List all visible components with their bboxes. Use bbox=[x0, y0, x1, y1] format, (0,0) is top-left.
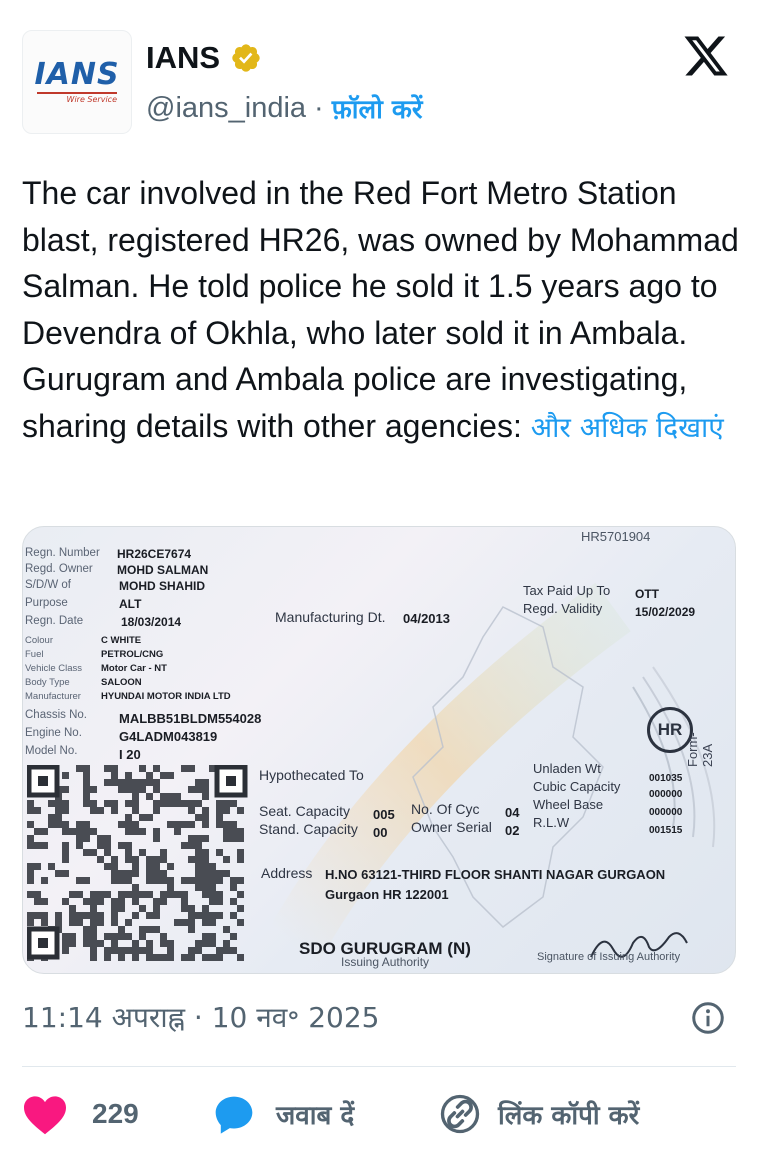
rc-signature-label: Signature of Issuing Authority bbox=[537, 951, 681, 963]
rc-field-value: HYUNDAI MOTOR INDIA LTD bbox=[101, 691, 231, 702]
display-name-row: IANS bbox=[146, 40, 262, 76]
reply-icon bbox=[215, 1096, 253, 1134]
rc-form-label: Form-23A bbox=[685, 732, 715, 767]
rc-cubic-value: 000000 bbox=[649, 789, 683, 800]
timestamp-separator: · bbox=[193, 1001, 203, 1034]
timestamp[interactable]: 11:14 अपराह्न · 10 नव॰ 2025 bbox=[22, 998, 379, 1036]
rc-validity-label: Regd. Validity bbox=[523, 601, 603, 616]
rc-unladen-value: 001035 bbox=[649, 773, 683, 784]
rc-field-label: Model No. bbox=[25, 745, 78, 757]
reply-label: जवाब दें bbox=[276, 1101, 355, 1131]
rc-field-label: Chassis No. bbox=[25, 709, 87, 721]
rc-field-value: MOHD SALMAN bbox=[117, 563, 209, 577]
reply-button[interactable]: जवाब दें bbox=[212, 1086, 354, 1142]
avatar-logo-subtitle: Wire Service bbox=[37, 92, 117, 104]
rc-cubic-label: Cubic Capacity bbox=[533, 779, 621, 794]
tweet-body: The car involved in the Red Fort Metro S… bbox=[22, 175, 739, 444]
rc-field-value: G4LADM043819 bbox=[119, 729, 218, 744]
x-logo-icon[interactable] bbox=[680, 32, 732, 80]
rc-rlw-value: 001515 bbox=[649, 825, 683, 836]
rc-field-value: SALOON bbox=[101, 677, 142, 688]
rc-field-value: PETROL/CNG bbox=[101, 649, 164, 660]
rc-hypothecated-label: Hypothecated To bbox=[259, 767, 364, 783]
like-count: 229 bbox=[92, 1098, 139, 1129]
rc-cyc-value: 04 bbox=[505, 805, 520, 820]
rc-stand-label: Stand. Capacity bbox=[259, 821, 358, 837]
rc-field-value: HR26CE7674 bbox=[117, 547, 192, 561]
post-date: 10 नव॰ 2025 bbox=[211, 1001, 380, 1034]
rc-field-label: Manufacturer bbox=[25, 691, 81, 702]
follow-button[interactable]: फ़ॉलो करें bbox=[332, 90, 423, 126]
action-bar: 229 जवाब दें लिंक कॉपी करें bbox=[22, 1086, 736, 1142]
rc-field-label: Engine No. bbox=[25, 727, 82, 739]
avatar-logo-text: IANS bbox=[34, 57, 120, 92]
rc-field-value: MALBB51BLDM554028 bbox=[119, 711, 262, 726]
rc-field-value: C WHITE bbox=[101, 635, 142, 646]
rc-tax-value: OTT bbox=[635, 587, 659, 601]
account-handle[interactable]: @ians_india bbox=[146, 92, 306, 125]
avatar[interactable]: IANS Wire Service bbox=[22, 30, 132, 134]
link-icon bbox=[440, 1094, 480, 1134]
rc-field-label: Fuel bbox=[25, 649, 44, 660]
qr-code-icon bbox=[27, 765, 248, 961]
rc-field-label: Vehicle Class bbox=[25, 663, 83, 674]
handle-row: @ians_india · फ़ॉलो करें bbox=[146, 90, 423, 126]
rc-top-code: HR5701904 bbox=[581, 529, 651, 544]
copy-link-button[interactable]: लिंक कॉपी करें bbox=[440, 1086, 639, 1142]
rc-unladen-label: Unladen Wt bbox=[533, 761, 601, 776]
rc-address-line2: Gurgaon HR 122001 bbox=[325, 887, 449, 902]
rc-mfg-value: 04/2013 bbox=[403, 611, 450, 626]
tweet-text: The car involved in the Red Fort Metro S… bbox=[22, 170, 747, 451]
like-button[interactable]: 229 bbox=[22, 1086, 139, 1142]
rc-authority-sub: Issuing Authority bbox=[341, 955, 430, 969]
heart-icon bbox=[24, 1096, 66, 1135]
show-more-link[interactable]: और अधिक दिखाएं bbox=[531, 411, 724, 444]
rc-seat-value: 005 bbox=[373, 807, 395, 822]
verified-badge-icon bbox=[232, 44, 260, 72]
rc-field-label: Regd. Owner bbox=[25, 563, 93, 575]
rc-owner-serial-label: Owner Serial bbox=[411, 819, 492, 835]
rc-address-line1: H.NO 63121-THIRD FLOOR SHANTI NAGAR GURG… bbox=[325, 867, 666, 882]
rc-field-value: I 20 bbox=[119, 747, 141, 762]
post-time: 11:14 अपराह्न bbox=[22, 1001, 186, 1034]
rc-field-label: Regn. Number bbox=[25, 547, 100, 559]
divider bbox=[22, 1066, 736, 1067]
separator-dot: · bbox=[314, 91, 324, 124]
rc-field-label: S/D/W of bbox=[25, 579, 72, 591]
rc-stand-value: 00 bbox=[373, 825, 388, 840]
tweet-media-image[interactable]: HR5701904 Manufacturing Dt. 04/2013 Tax … bbox=[22, 526, 736, 974]
rc-wheelbase-value: 000000 bbox=[649, 807, 683, 818]
rc-field-value: Motor Car - NT bbox=[101, 663, 167, 674]
rc-wheelbase-label: Wheel Base bbox=[533, 797, 604, 812]
rc-tax-label: Tax Paid Up To bbox=[523, 583, 611, 598]
display-name[interactable]: IANS bbox=[146, 40, 220, 76]
rc-field-label: Colour bbox=[25, 635, 53, 646]
rc-field-label: Body Type bbox=[25, 677, 70, 688]
rc-field-value: ALT bbox=[119, 597, 142, 611]
rc-rlw-label: R.L.W bbox=[533, 815, 570, 830]
rc-field-label: Regn. Date bbox=[25, 615, 84, 627]
rc-field-value: 18/03/2014 bbox=[121, 615, 182, 629]
rc-mfg-label: Manufacturing Dt. bbox=[275, 609, 386, 625]
tweet-embed-card: IANS Wire Service IANS @ians_india · फ़ॉ… bbox=[0, 0, 768, 1156]
rc-owner-serial-value: 02 bbox=[505, 823, 520, 838]
rc-field-value: MOHD SHAHID bbox=[119, 579, 205, 593]
rc-cyc-label: No. Of Cyc bbox=[411, 801, 480, 817]
rc-validity-value: 15/02/2029 bbox=[635, 605, 696, 619]
rc-seat-label: Seat. Capacity bbox=[259, 803, 351, 819]
info-icon[interactable] bbox=[690, 1000, 726, 1036]
rc-address-label: Address bbox=[261, 865, 313, 881]
rc-field-label: Purpose bbox=[25, 597, 68, 609]
copy-link-label: लिंक कॉपी करें bbox=[498, 1101, 640, 1131]
